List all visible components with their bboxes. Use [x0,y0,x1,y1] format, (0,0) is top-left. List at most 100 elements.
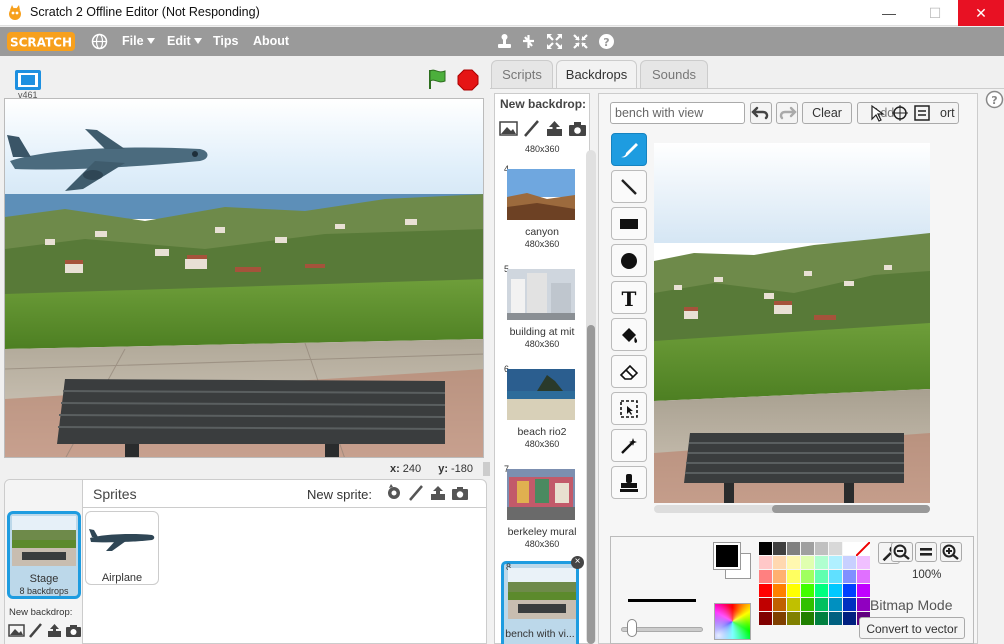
palette-swatch[interactable] [773,556,786,569]
palette-swatch[interactable] [773,570,786,583]
palette-swatch[interactable] [829,612,842,625]
clear-button[interactable]: Clear [802,102,852,124]
upload-sprite-icon[interactable] [429,484,447,502]
primary-color-swatch[interactable] [713,542,741,570]
stage-thumbnail-tile[interactable]: Stage 8 backdrops [7,511,81,599]
palette-swatch[interactable] [759,556,772,569]
tab-backdrops[interactable]: Backdrops [556,60,637,89]
stamp-tool[interactable] [611,466,647,499]
palette-swatch[interactable] [801,584,814,597]
transparent-color-icon[interactable] [856,542,870,556]
palette-swatch[interactable] [759,612,772,625]
palette-swatch[interactable] [773,542,786,555]
paint-backdrop-icon[interactable] [522,119,541,138]
palette-swatch[interactable] [857,598,870,611]
palette-swatch[interactable] [801,598,814,611]
zoom-in-button[interactable] [940,542,962,562]
backdrop-item-beach-rio2[interactable]: 6 beach rio2 480x360 [501,364,579,462]
palette-swatch[interactable] [787,542,800,555]
sprite-tile-airplane[interactable]: Airplane [85,511,159,585]
upload-backdrop-icon[interactable] [545,119,564,138]
palette-swatch[interactable] [773,598,786,611]
presentation-mode-button[interactable] [15,70,41,90]
close-button[interactable]: ✕ [958,0,1004,26]
palette-swatch[interactable] [857,584,870,597]
palette-swatch[interactable] [843,556,856,569]
palette-swatch[interactable] [787,598,800,611]
backdrop-list-scrollbar[interactable] [586,150,596,644]
camera-backdrop-icon[interactable] [65,622,82,639]
magic-wand-tool[interactable] [611,429,647,462]
palette-swatch[interactable] [759,598,772,611]
backdrop-name-input[interactable] [610,102,745,124]
delete-icon[interactable] [520,33,537,50]
line-tool[interactable] [611,170,647,203]
scratch-logo[interactable]: SCRATCH [7,31,75,52]
palette-swatch[interactable] [801,612,814,625]
menu-tips[interactable]: Tips [213,34,238,48]
fill-tool[interactable] [611,318,647,351]
palette-swatch[interactable] [815,556,828,569]
choose-sprite-icon[interactable] [385,484,403,502]
palette-swatch[interactable] [801,570,814,583]
palette-swatch[interactable] [815,542,828,555]
upload-backdrop-icon[interactable] [46,622,63,639]
shrink-icon[interactable] [572,33,589,50]
palette-swatch[interactable] [857,556,870,569]
palette-swatch[interactable] [829,584,842,597]
palette-swatch[interactable] [759,570,772,583]
menu-edit[interactable]: Edit [167,34,202,48]
choose-backdrop-icon[interactable] [8,622,25,639]
tab-scripts[interactable]: Scripts [491,60,553,88]
palette-swatch[interactable] [843,584,856,597]
palette-swatch[interactable] [843,542,856,555]
eraser-tool[interactable] [611,355,647,388]
duplicate-icon[interactable] [496,33,513,50]
color-picker-button[interactable] [714,603,751,640]
palette-swatch[interactable] [829,542,842,555]
select-tool[interactable] [611,392,647,425]
palette-swatch[interactable] [787,570,800,583]
stage-canvas[interactable] [4,98,484,458]
backdrop-item-canyon[interactable]: 4 canyon 480x360 [501,164,579,262]
palette-swatch[interactable] [843,598,856,611]
camera-backdrop-icon[interactable] [568,119,587,138]
undo-button[interactable] [750,102,772,124]
palette-swatch[interactable] [815,598,828,611]
stop-sign-icon[interactable] [457,69,479,91]
palette-swatch[interactable] [787,612,800,625]
ellipse-tool[interactable] [611,244,647,277]
palette-swatch[interactable] [787,584,800,597]
palette-swatch[interactable] [815,570,828,583]
zoom-reset-button[interactable] [915,542,937,562]
palette-swatch[interactable] [829,570,842,583]
menu-about[interactable]: About [253,34,289,48]
palette-swatch[interactable] [815,584,828,597]
rectangle-tool[interactable] [611,207,647,240]
palette-swatch[interactable] [773,584,786,597]
minimize-button[interactable]: — [866,0,912,26]
zoom-out-button[interactable] [891,542,913,562]
canvas-horizontal-scrollbar[interactable] [654,505,930,513]
palette-swatch[interactable] [815,612,828,625]
help-icon[interactable]: ? [598,33,615,50]
palette-swatch[interactable] [801,556,814,569]
palette-swatch[interactable] [843,612,856,625]
palette-swatch[interactable] [759,542,772,555]
scrollbar-thumb[interactable] [772,505,930,513]
paint-sprite-icon[interactable] [407,484,425,502]
palette-swatch[interactable] [857,570,870,583]
backdrop-item-building-at-mit[interactable]: 5 building at mit 480x360 [501,264,579,362]
palette-swatch[interactable] [801,542,814,555]
palette-swatch[interactable] [759,584,772,597]
tab-sounds[interactable]: Sounds [640,60,708,88]
scrollbar-thumb[interactable] [587,325,595,644]
backdrop-item-bench-with-view[interactable]: 8 bench with vi... × [501,556,584,644]
add-import-button[interactable]: Add ort [857,102,959,124]
choose-backdrop-icon[interactable] [499,119,518,138]
palette-swatch[interactable] [773,612,786,625]
backdrop-item-berkeley-mural[interactable]: 7 berkeley mural 480x360 [501,464,579,562]
palette-swatch[interactable] [829,556,842,569]
camera-sprite-icon[interactable] [451,484,469,502]
brush-tool[interactable] [611,133,647,166]
